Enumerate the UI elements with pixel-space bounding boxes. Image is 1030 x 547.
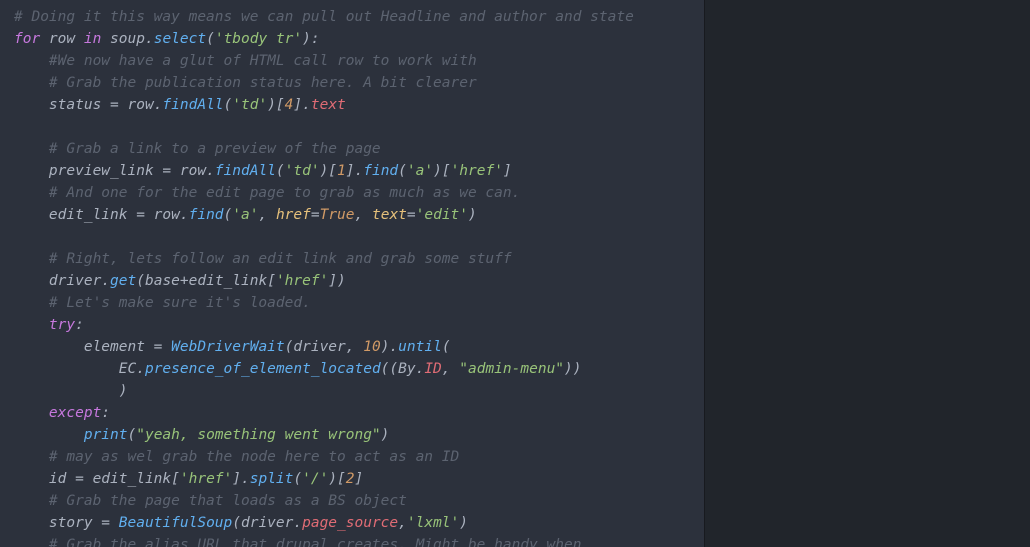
keyword-for: for: [14, 31, 40, 47]
code-comment: # And one for the edit page to grab as m…: [49, 185, 520, 201]
code-comment: # Grab a link to a preview of the page: [49, 141, 381, 157]
code-comment: # Grab the page that loads as a BS objec…: [49, 493, 407, 509]
keyword-try: try: [49, 317, 75, 333]
code-comment: # Doing it this way means we can pull ou…: [14, 9, 634, 25]
code-editor[interactable]: # Doing it this way means we can pull ou…: [0, 0, 704, 547]
fn-select: select: [154, 31, 206, 47]
code-comment: #We now have a glut of HTML call row to …: [49, 53, 477, 69]
code-comment: # may as wel grab the node here to act a…: [49, 449, 459, 465]
code-comment: # Grab the alias URL that drupal creates…: [49, 537, 582, 547]
side-panel: [704, 0, 1030, 547]
keyword-in: in: [84, 31, 101, 47]
code-comment: # Grab the publication status here. A bi…: [49, 75, 477, 91]
code-block[interactable]: # Doing it this way means we can pull ou…: [14, 6, 690, 547]
editor-layout: # Doing it this way means we can pull ou…: [0, 0, 1030, 547]
code-comment: # Let's make sure it's loaded.: [49, 295, 311, 311]
keyword-except: except: [49, 405, 101, 421]
code-comment: # Right, lets follow an edit link and gr…: [49, 251, 512, 267]
